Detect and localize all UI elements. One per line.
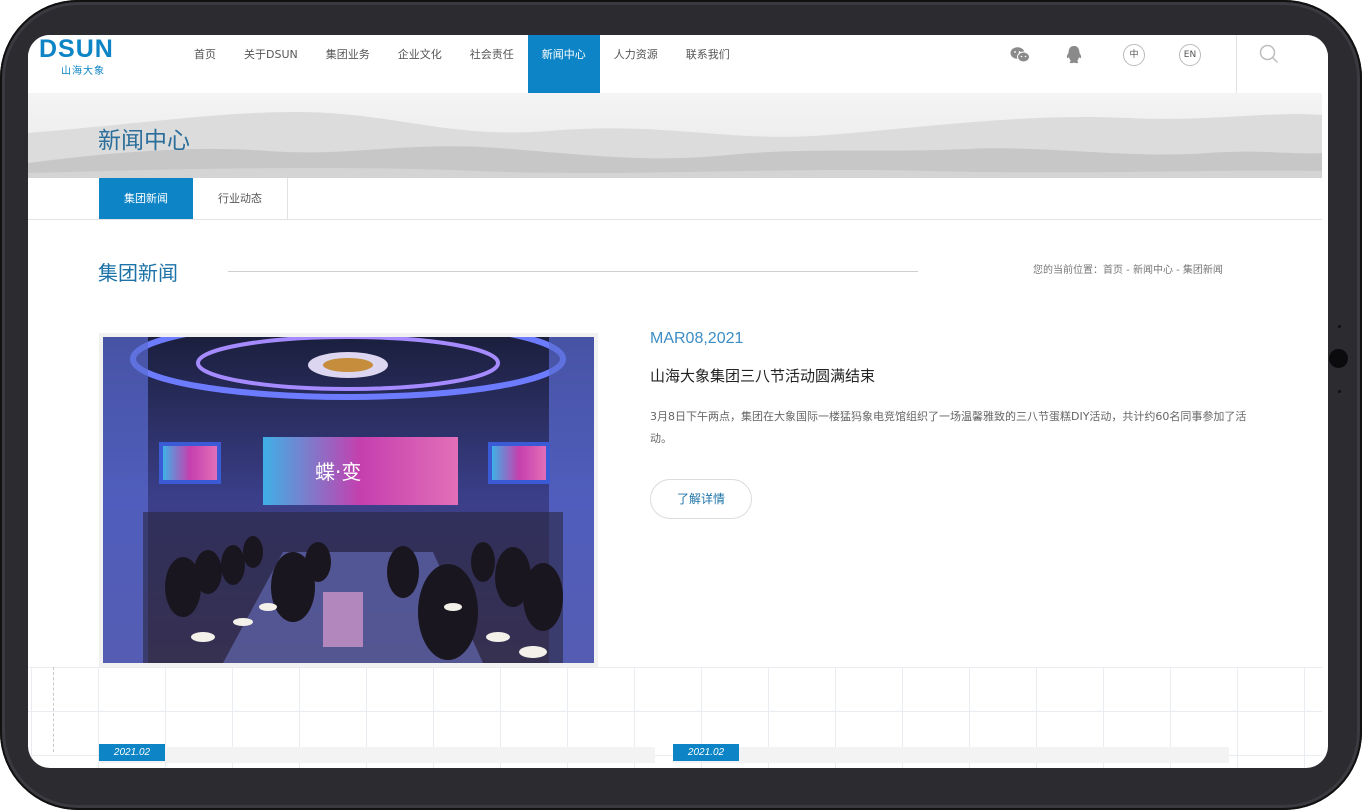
site-header: DSUN 山海大象 首页 关于DSUN 集团业务 企业文化 社会责任 新闻中心 …: [28, 35, 1328, 93]
qq-icon[interactable]: [1063, 44, 1085, 66]
tablet-frame: DSUN 山海大象 首页 关于DSUN 集团业务 企业文化 社会责任 新闻中心 …: [0, 0, 1362, 810]
tab-group-news[interactable]: 集团新闻: [99, 178, 193, 219]
nav-item-culture[interactable]: 企业文化: [384, 35, 456, 93]
home-button[interactable]: [1329, 349, 1348, 368]
sensor-dot: [1338, 325, 1341, 328]
breadcrumb[interactable]: 您的当前位置：首页 - 新闻中心 - 集团新闻: [1033, 261, 1223, 276]
logo-mark: DSUN: [39, 35, 114, 63]
article-image[interactable]: 蝶·变: [99, 333, 598, 667]
read-more-button[interactable]: 了解详情: [650, 479, 752, 519]
nav-item-about[interactable]: 关于DSUN: [230, 35, 312, 93]
nav-item-news[interactable]: 新闻中心: [527, 35, 600, 93]
wechat-icon[interactable]: [1009, 44, 1031, 66]
article-title[interactable]: 山海大象集团三八节活动圆满结束: [650, 365, 875, 386]
page-banner: 新闻中心: [28, 93, 1322, 178]
section-divider: [228, 271, 918, 272]
banner-title: 新闻中心: [98, 128, 190, 154]
lang-cn-button[interactable]: 中: [1123, 44, 1145, 66]
article-date: MAR08,2021: [650, 330, 744, 347]
nav-item-contact[interactable]: 联系我们: [672, 35, 744, 93]
nav-item-home[interactable]: 首页: [180, 35, 230, 93]
lang-en-button[interactable]: EN: [1179, 44, 1201, 66]
header-divider: [1236, 35, 1237, 93]
nav-item-business[interactable]: 集团业务: [312, 35, 384, 93]
dashed-guide: [53, 667, 54, 752]
list-item[interactable]: [99, 747, 655, 763]
list-item[interactable]: [673, 747, 1229, 763]
search-icon[interactable]: [1258, 43, 1280, 65]
sensor-dot: [1338, 390, 1341, 393]
main-nav: 首页 关于DSUN 集团业务 企业文化 社会责任 新闻中心 人力资源 联系我们: [180, 35, 744, 93]
article-summary: 3月8日下午两点，集团在大象国际一楼猛犸象电竞馆组织了一场温馨雅致的三八节蛋糕D…: [650, 410, 1247, 445]
section-title: 集团新闻: [98, 261, 178, 285]
browser-screen: DSUN 山海大象 首页 关于DSUN 集团业务 企业文化 社会责任 新闻中心 …: [28, 35, 1328, 768]
tab-industry-news[interactable]: 行业动态: [193, 178, 288, 219]
mountain-illustration: [28, 112, 1322, 178]
nav-item-hr[interactable]: 人力资源: [600, 35, 672, 93]
list-date-tag: 2021.02: [99, 744, 165, 761]
list-date-tag: 2021.02: [673, 744, 739, 761]
nav-item-responsibility[interactable]: 社会责任: [456, 35, 528, 93]
site-logo[interactable]: DSUN 山海大象: [39, 35, 129, 78]
screen-text: 蝶·变: [315, 460, 361, 484]
sub-tabs: 集团新闻 行业动态: [28, 178, 1322, 220]
logo-subtitle: 山海大象: [61, 66, 105, 77]
